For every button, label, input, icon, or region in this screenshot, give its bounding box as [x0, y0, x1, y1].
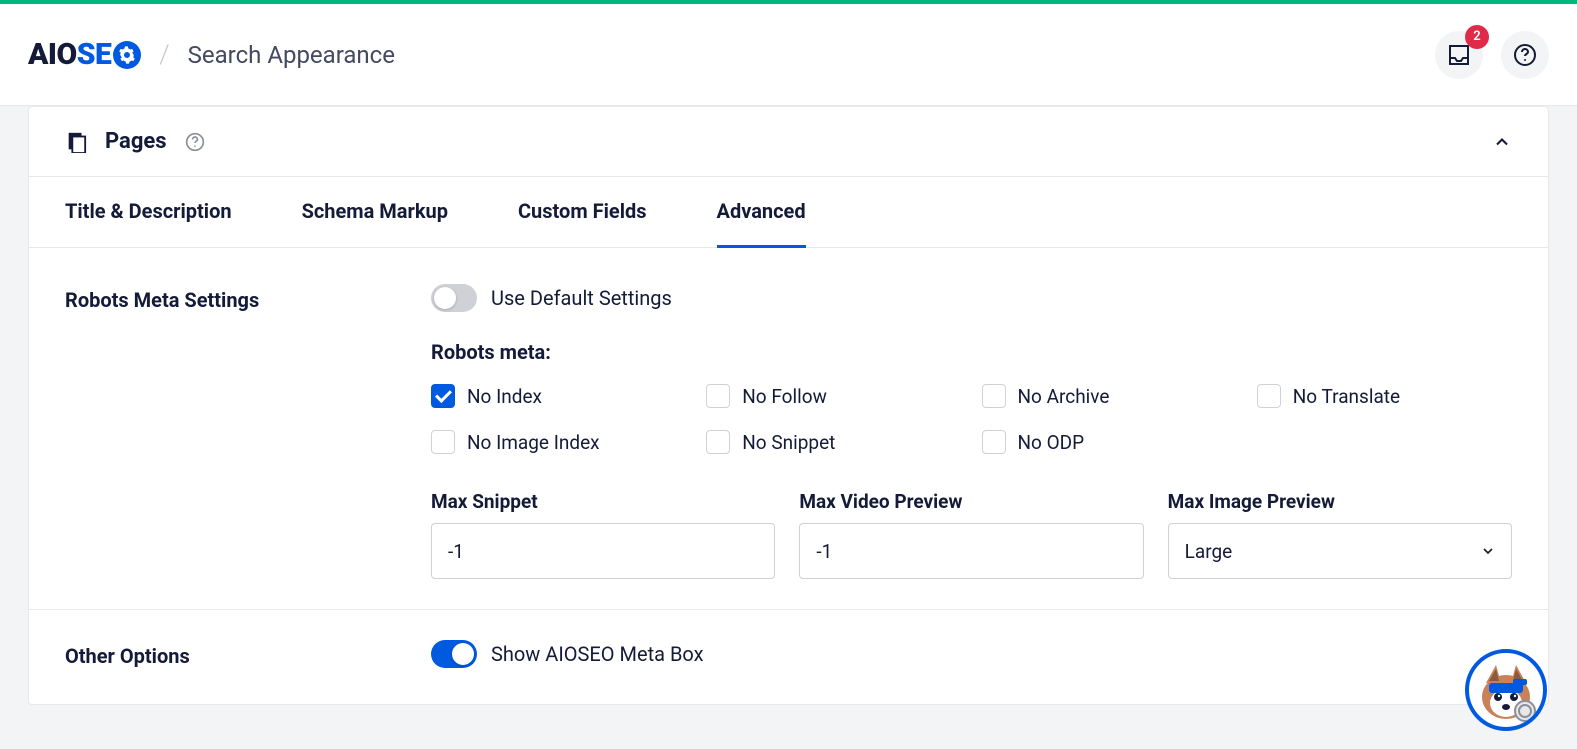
- app-header: AIOSE / Search Appearance 2: [0, 4, 1577, 106]
- max-snippet-group: Max Snippet: [431, 490, 775, 579]
- check-label: No Index: [467, 385, 542, 408]
- check-no-translate[interactable]: No Translate: [1257, 384, 1512, 408]
- advanced-panel: Robots Meta Settings Use Default Setting…: [29, 248, 1548, 704]
- check-no-archive[interactable]: No Archive: [982, 384, 1237, 408]
- check-no-follow[interactable]: No Follow: [706, 384, 961, 408]
- check-no-odp[interactable]: No ODP: [982, 430, 1237, 454]
- tab-title-description[interactable]: Title & Description: [65, 177, 232, 248]
- robots-meta-label: Robots Meta Settings: [65, 284, 431, 579]
- card-header: Pages: [29, 107, 1548, 177]
- robots-meta-content: Use Default Settings Robots meta: No Ind…: [431, 284, 1512, 579]
- check-no-snippet[interactable]: No Snippet: [706, 430, 961, 454]
- max-inputs-grid: Max Snippet Max Video Preview Max Image …: [431, 490, 1512, 579]
- max-video-group: Max Video Preview: [799, 490, 1143, 579]
- other-options-row: Other Options Show AIOSEO Meta Box: [65, 640, 1512, 668]
- check-label: No Archive: [1018, 385, 1110, 408]
- max-snippet-label: Max Snippet: [431, 490, 775, 513]
- help-icon: [1513, 43, 1537, 67]
- help-button[interactable]: [1501, 31, 1549, 79]
- max-image-label: Max Image Preview: [1168, 490, 1512, 513]
- default-settings-toggle-row: Use Default Settings: [431, 284, 1512, 312]
- check-label: No ODP: [1018, 431, 1085, 454]
- check-label: No Follow: [742, 385, 827, 408]
- check-no-image-index[interactable]: No Image Index: [431, 430, 686, 454]
- checkbox: [706, 430, 730, 454]
- tab-custom-fields[interactable]: Custom Fields: [518, 177, 647, 248]
- checkbox: [431, 430, 455, 454]
- max-image-select[interactable]: [1168, 523, 1512, 579]
- header-left: AIOSE / Search Appearance: [28, 37, 395, 72]
- content-area: Pages Title & Description Schema Markup …: [0, 106, 1577, 705]
- toggle-knob: [434, 287, 456, 309]
- inbox-icon: [1447, 43, 1471, 67]
- check-label: No Translate: [1293, 385, 1400, 408]
- meta-box-toggle-row: Show AIOSEO Meta Box: [431, 640, 1512, 668]
- checkbox: [431, 384, 455, 408]
- collapse-icon[interactable]: [1492, 132, 1512, 152]
- tab-schema-markup[interactable]: Schema Markup: [302, 177, 448, 248]
- default-settings-toggle[interactable]: [431, 284, 477, 312]
- default-settings-label: Use Default Settings: [491, 286, 672, 310]
- meta-box-toggle[interactable]: [431, 640, 477, 668]
- max-snippet-input[interactable]: [431, 523, 775, 579]
- other-options-content: Show AIOSEO Meta Box: [431, 640, 1512, 668]
- checkbox: [706, 384, 730, 408]
- tabs: Title & Description Schema Markup Custom…: [29, 177, 1548, 248]
- robots-meta-row: Robots Meta Settings Use Default Setting…: [65, 284, 1512, 579]
- max-image-select-wrap: [1168, 523, 1512, 579]
- header-right: 2: [1435, 31, 1549, 79]
- robots-check-grid: No Index No Follow No Archive No Transla…: [431, 384, 1512, 454]
- section-title: Pages: [105, 129, 167, 154]
- divider: [29, 609, 1548, 610]
- check-label: No Image Index: [467, 431, 600, 454]
- check-no-index[interactable]: No Index: [431, 384, 686, 408]
- logo-suffix: SE: [77, 37, 112, 72]
- checkbox: [982, 384, 1006, 408]
- pages-icon: [65, 131, 87, 153]
- max-image-group: Max Image Preview: [1168, 490, 1512, 579]
- max-video-input[interactable]: [799, 523, 1143, 579]
- check-label: No Snippet: [742, 431, 835, 454]
- card-header-left: Pages: [65, 129, 205, 154]
- notification-badge: 2: [1465, 25, 1489, 49]
- assistant-button[interactable]: [1465, 649, 1547, 731]
- notifications-button[interactable]: 2: [1435, 31, 1483, 79]
- other-options-label: Other Options: [65, 640, 431, 668]
- toggle-knob: [452, 643, 474, 665]
- checkbox: [982, 430, 1006, 454]
- breadcrumb: Search Appearance: [188, 41, 395, 69]
- max-video-label: Max Video Preview: [799, 490, 1143, 513]
- assistant-avatar-icon: [1471, 655, 1541, 725]
- tab-advanced[interactable]: Advanced: [717, 177, 806, 248]
- aioseo-logo: AIOSE: [28, 37, 141, 72]
- breadcrumb-separator: /: [159, 40, 169, 70]
- section-help-icon[interactable]: [185, 132, 205, 152]
- pages-card: Pages Title & Description Schema Markup …: [28, 106, 1549, 705]
- meta-box-label: Show AIOSEO Meta Box: [491, 642, 704, 666]
- robots-meta-heading: Robots meta:: [431, 340, 1512, 364]
- gear-icon: [113, 41, 141, 69]
- checkbox: [1257, 384, 1281, 408]
- logo-prefix: AIO: [28, 37, 77, 72]
